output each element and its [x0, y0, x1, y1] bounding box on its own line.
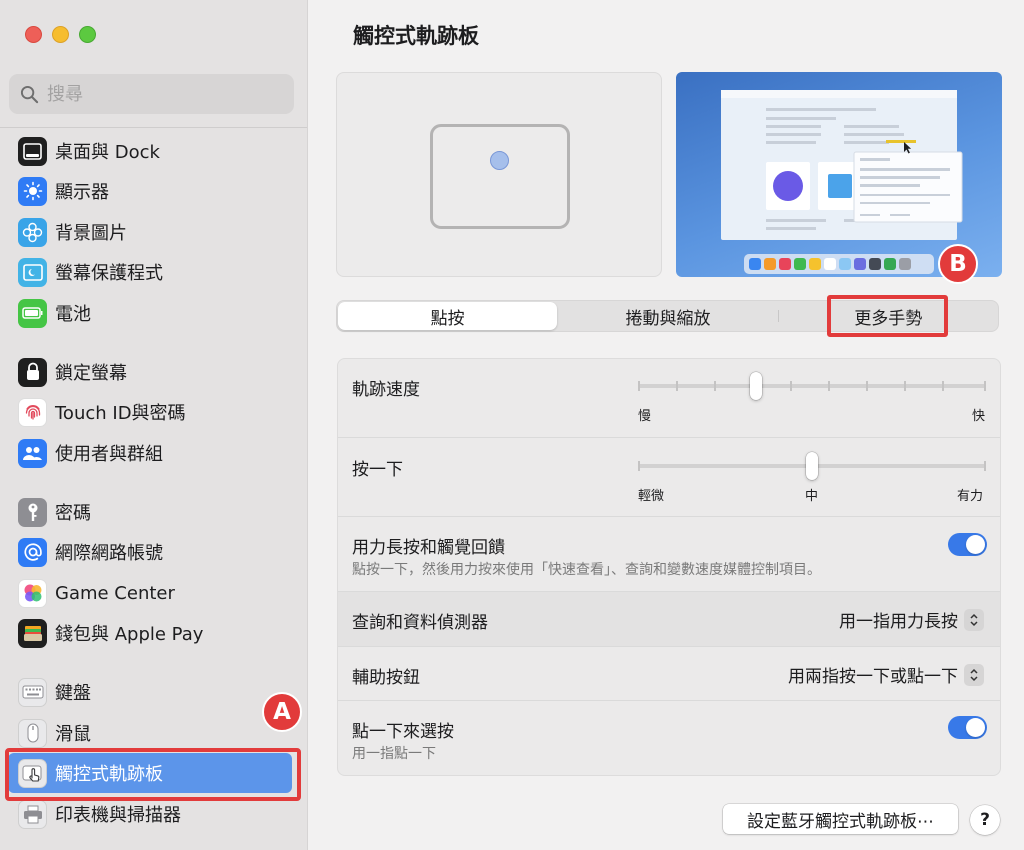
users-icon	[18, 438, 47, 468]
sidebar-item-label: 桌面與 Dock	[55, 142, 160, 163]
wallet-icon	[18, 618, 47, 648]
search-icon	[20, 85, 39, 103]
finger-dot-icon	[490, 151, 509, 170]
annotation-badge-b: B	[938, 244, 978, 284]
tab-point-click[interactable]: 點按	[338, 302, 558, 330]
lock-icon	[18, 357, 47, 387]
light-label: 輕微	[638, 489, 665, 504]
sidebar-item-mouse[interactable]: 滑鼠	[18, 715, 298, 751]
secondary-click-popup[interactable]: 用兩指按一下或點一下	[788, 662, 984, 687]
keyboard-icon	[18, 677, 47, 707]
sidebar-item-desktop-dock[interactable]: 桌面與 Dock	[18, 133, 298, 169]
settings-panel: 軌跡速度 慢 快 按一下 輕微 中 有力 用力長按和觸覺回饋 點按一下，然後用力…	[337, 358, 1001, 776]
sidebar-item-internet-accounts[interactable]: 網際網路帳號	[18, 534, 298, 570]
annotation-highlight-a	[5, 748, 301, 801]
setup-bluetooth-trackpad-button[interactable]: 設定藍牙觸控式軌跡板⋯	[723, 804, 958, 834]
fingerprint-icon	[18, 397, 47, 427]
sidebar-item-label: 使用者與群組	[55, 444, 163, 465]
mouse-icon	[18, 718, 47, 748]
gesture-preview-trackpad	[336, 72, 662, 277]
tap-to-click-label: 點一下來選按	[352, 722, 454, 742]
force-click-label: 用力長按和觸覺回饋	[352, 538, 505, 558]
sidebar-item-touch-id[interactable]: Touch ID與密碼	[18, 394, 298, 430]
sidebar-item-lock-screen[interactable]: 鎖定螢幕	[18, 354, 298, 390]
annotation-highlight-b	[827, 295, 948, 337]
at-sign-icon	[18, 537, 47, 567]
lookup-row: 查詢和資料偵測器 用一指用力長按	[338, 592, 1000, 647]
sidebar-item-label: 印表機與掃描器	[55, 805, 181, 826]
force-click-toggle[interactable]	[948, 533, 987, 556]
sidebar-item-label: 密碼	[55, 503, 91, 524]
sidebar-item-keyboard[interactable]: 鍵盤	[18, 674, 298, 710]
trackpad-illustration	[430, 124, 570, 229]
lookup-value: 用一指用力長按	[839, 612, 958, 632]
sidebar-item-label: Touch ID與密碼	[55, 403, 186, 424]
sidebar-item-label: 錢包與 Apple Pay	[55, 624, 204, 645]
sidebar-item-label: 滑鼠	[55, 724, 91, 745]
secondary-click-label: 輔助按鈕	[352, 668, 420, 688]
dock-icon	[18, 136, 47, 166]
tracking-speed-row: 軌跡速度 慢 快	[338, 359, 1000, 438]
screensaver-icon	[18, 257, 47, 287]
help-button[interactable]: ?	[970, 805, 1000, 835]
close-window-button[interactable]	[25, 26, 42, 43]
sidebar-item-label: Game Center	[55, 582, 175, 604]
tracking-speed-slider-knob[interactable]	[750, 372, 762, 400]
force-click-description: 點按一下，然後用力按來使用「快速查看」、查詢和變數速度媒體控制項目。	[352, 562, 821, 578]
sidebar-item-label: 網際網路帳號	[55, 543, 163, 564]
firm-label: 有力	[957, 489, 984, 504]
display-icon	[18, 176, 47, 206]
battery-icon	[18, 298, 47, 328]
tap-to-click-toggle[interactable]	[948, 716, 987, 739]
tab-scroll-zoom[interactable]: 捲動與縮放	[558, 301, 777, 331]
sidebar: 桌面與 Dock 顯示器 背景圖片 螢幕保護程式 電池 鎖定螢幕 T	[0, 0, 308, 850]
chevron-up-down-icon	[964, 663, 984, 686]
secondary-click-row: 輔助按鈕 用兩指按一下或點一下	[338, 647, 1000, 701]
sidebar-item-label: 鍵盤	[55, 683, 91, 704]
sidebar-divider	[0, 127, 307, 128]
sidebar-item-passwords[interactable]: 密碼	[18, 494, 298, 530]
click-pressure-label: 按一下	[352, 460, 403, 480]
tracking-speed-label: 軌跡速度	[352, 380, 420, 400]
lookup-label: 查詢和資料偵測器	[352, 613, 488, 633]
sidebar-item-label: 顯示器	[55, 182, 109, 203]
search-input[interactable]	[47, 83, 277, 105]
chevron-up-down-icon	[964, 608, 984, 631]
tap-to-click-row: 點一下來選按 用一指點一下	[338, 701, 1000, 775]
sidebar-item-label: 螢幕保護程式	[55, 263, 163, 284]
secondary-click-value: 用兩指按一下或點一下	[788, 667, 958, 687]
sidebar-item-game-center[interactable]: Game Center	[18, 575, 298, 611]
medium-label: 中	[805, 489, 819, 504]
sidebar-item-battery[interactable]: 電池	[18, 295, 298, 331]
window-controls	[25, 26, 96, 43]
game-center-icon	[18, 578, 47, 608]
slow-label: 慢	[638, 409, 652, 424]
force-click-row: 用力長按和觸覺回饋 點按一下，然後用力按來使用「快速查看」、查詢和變數速度媒體控…	[338, 517, 1000, 592]
wallpaper-icon	[18, 217, 47, 247]
search-field[interactable]	[9, 74, 294, 114]
sidebar-item-label: 背景圖片	[55, 223, 127, 244]
sidebar-item-users-groups[interactable]: 使用者與群組	[18, 435, 298, 471]
sidebar-item-label: 電池	[55, 304, 91, 325]
page-title: 觸控式軌跡板	[353, 24, 479, 48]
sidebar-item-wallpaper[interactable]: 背景圖片	[18, 214, 298, 250]
tracking-speed-slider[interactable]	[638, 372, 986, 400]
sidebar-item-wallet[interactable]: 錢包與 Apple Pay	[18, 615, 298, 651]
annotation-badge-a: A	[262, 692, 302, 732]
zoom-window-button[interactable]	[79, 26, 96, 43]
fast-label: 快	[972, 409, 986, 424]
click-pressure-row: 按一下 輕微 中 有力	[338, 438, 1000, 517]
sidebar-item-label: 鎖定螢幕	[55, 363, 127, 384]
sidebar-item-screensaver[interactable]: 螢幕保護程式	[18, 254, 298, 290]
key-icon	[18, 497, 47, 527]
printer-icon	[18, 799, 47, 829]
sidebar-item-display[interactable]: 顯示器	[18, 173, 298, 209]
sidebar-item-printers[interactable]: 印表機與掃描器	[18, 796, 298, 832]
minimize-window-button[interactable]	[52, 26, 69, 43]
tap-to-click-description: 用一指點一下	[352, 746, 436, 762]
lookup-popup[interactable]: 用一指用力長按	[839, 607, 984, 632]
click-pressure-slider-knob[interactable]	[806, 452, 818, 480]
click-pressure-slider[interactable]	[638, 452, 986, 480]
